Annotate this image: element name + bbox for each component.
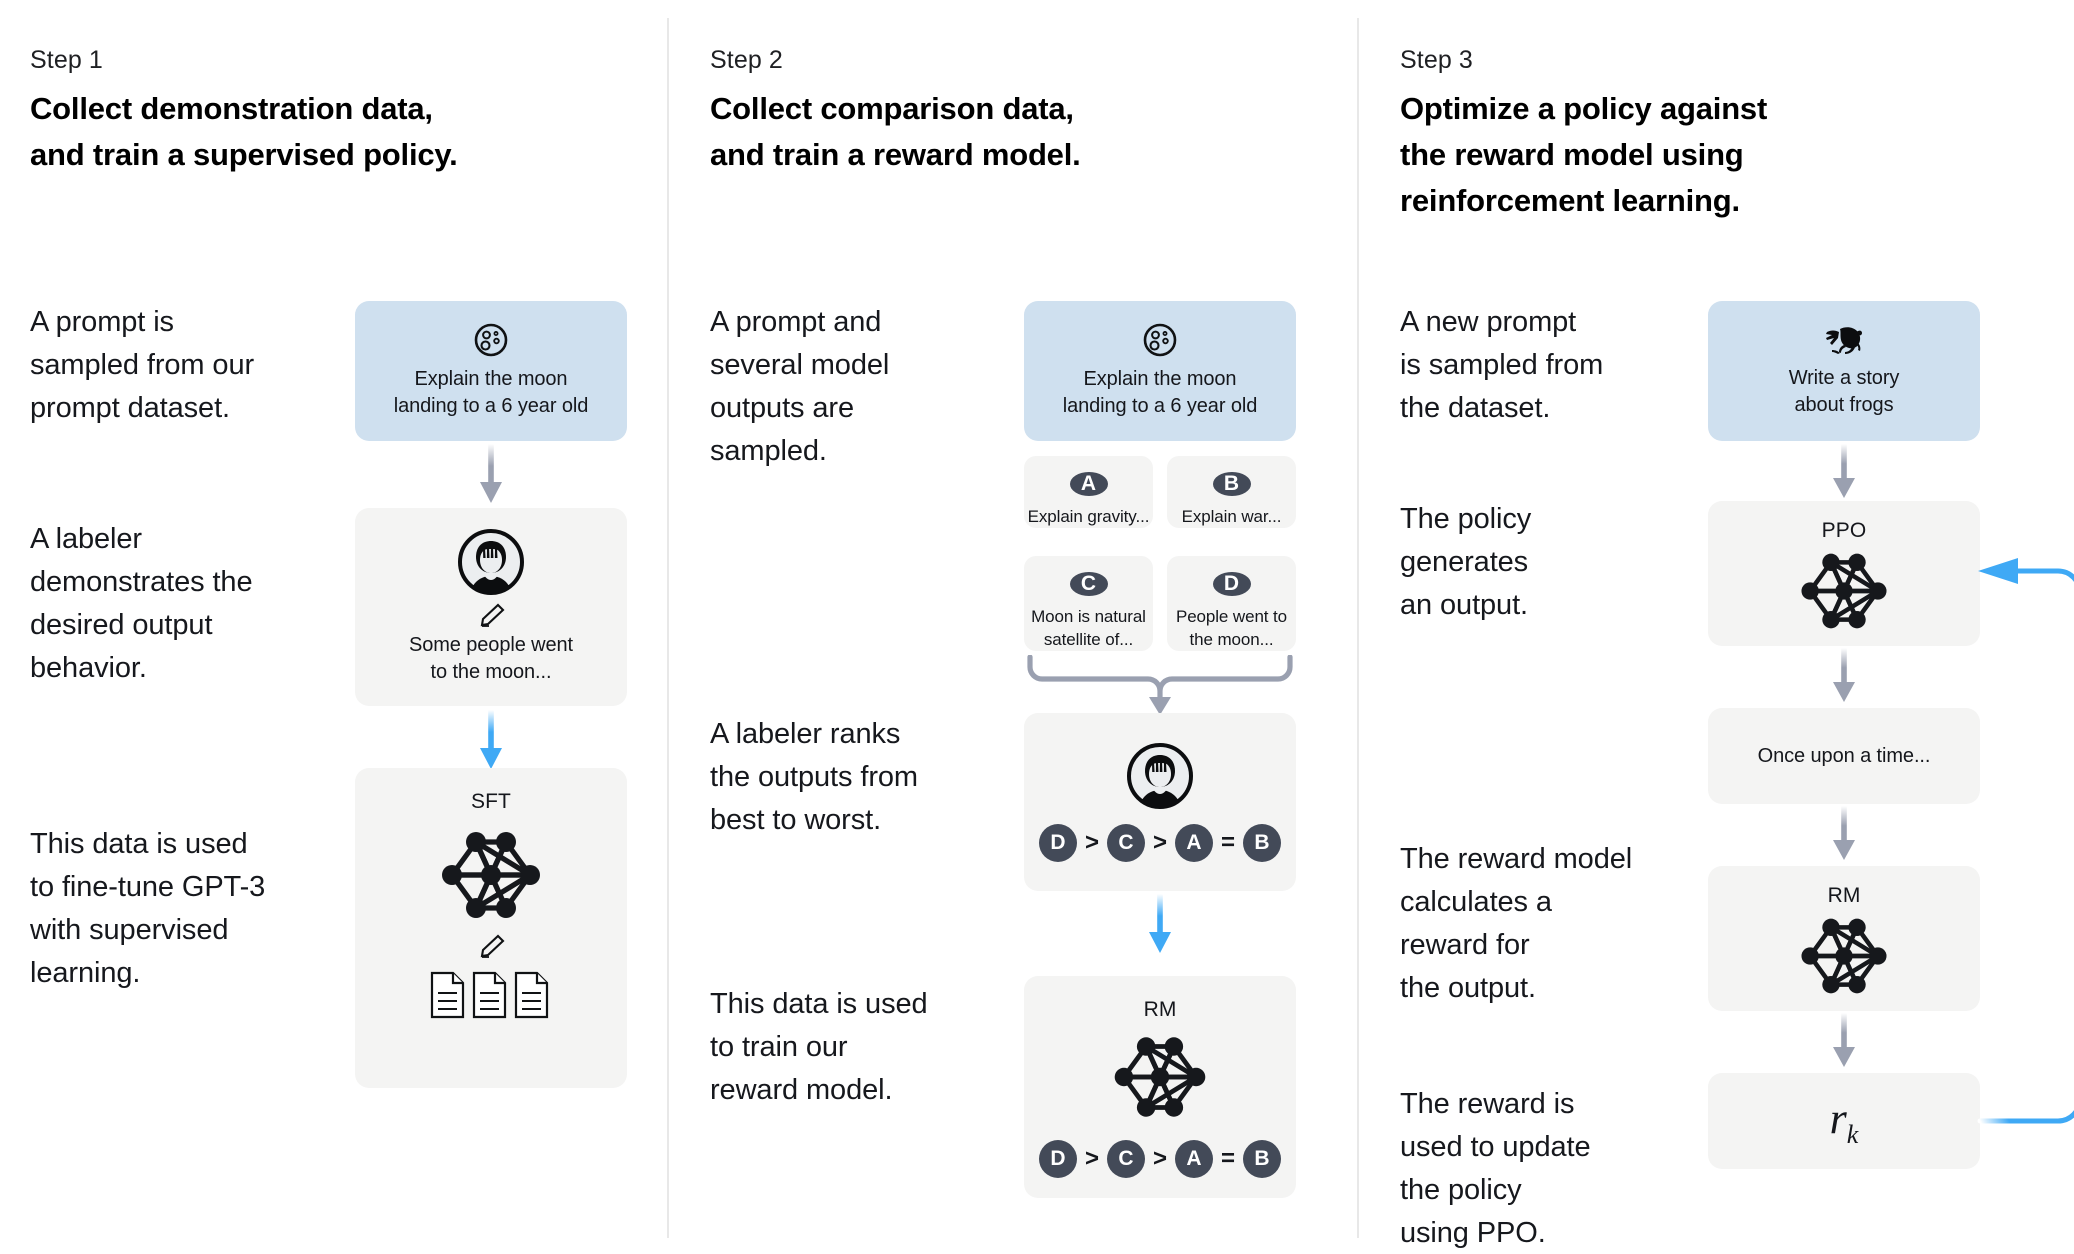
step-1-column: Step 1 Collect demonstration data, and t… [0, 0, 668, 1254]
step-3-label: Step 3 [1400, 46, 1473, 74]
step-2-rm-ranking-row: D > C > A = B [1038, 1140, 1282, 1178]
rank-op-2: > [1152, 829, 1167, 856]
step-3-paragraph-1: A new prompt is sampled from the dataset… [1400, 306, 1604, 424]
ppo-label: PPO [1821, 519, 1867, 542]
neural-network-icon [432, 822, 550, 928]
rank-item-3: A [1175, 824, 1213, 862]
rm-rank-op-1: > [1084, 1145, 1099, 1172]
reward-symbol-subscript: k [1846, 1119, 1859, 1149]
option-c-badge: C [1069, 572, 1108, 596]
option-b-badge: B [1212, 472, 1251, 496]
neural-network-icon [1104, 1028, 1216, 1126]
step-3-new-prompt-card[interactable]: Write a story about frogs [1708, 301, 1980, 441]
arrow-rm-to-reward [1828, 1013, 1860, 1069]
step-2-column: Step 2 Collect comparison data, and trai… [668, 0, 1358, 1254]
step-2-label: Step 2 [710, 46, 783, 74]
reward-symbol-base: r [1829, 1093, 1847, 1143]
rank-item-1: D [1038, 824, 1077, 862]
step-2-paragraph-3: This data is used to train our reward mo… [710, 988, 928, 1106]
output-option-b[interactable]: B Explain war... [1167, 456, 1296, 528]
option-d-badge: D [1212, 572, 1251, 596]
step-1-title: Collect demonstration data, and train a … [30, 91, 458, 172]
step-3-paragraph-4: The reward is used to update the policy … [1400, 1088, 1591, 1249]
labeler-avatar-icon [457, 528, 525, 596]
step-2-paragraph-2: A labeler ranks the outputs from best to… [710, 718, 918, 836]
rank-item-2: C [1106, 824, 1145, 862]
step-1-paragraph-3: This data is used to fine-tune GPT-3 wit… [30, 828, 266, 989]
step-1-paragraph-2: A labeler demonstrates the desired outpu… [30, 523, 253, 684]
step-2-prompt-card[interactable]: Explain the moon landing to a 6 year old [1024, 301, 1296, 441]
feedback-loop-arrow [1972, 548, 2074, 1128]
output-option-a[interactable]: A Explain gravity... [1024, 456, 1153, 528]
arrow-prompt-to-labeler [475, 444, 507, 506]
moon-icon [1142, 322, 1178, 358]
step-2-paragraph-1: A prompt and several model outputs are s… [710, 306, 890, 467]
rm-rank-item-2: C [1106, 1140, 1145, 1178]
arrow-ppo-to-output [1828, 648, 1860, 704]
arrow-prompt-to-ppo [1828, 444, 1860, 500]
rank-op-3: = [1221, 829, 1236, 856]
step-2-ranking-card[interactable]: D > C > A = B [1024, 713, 1296, 891]
step-1-sft-card[interactable]: SFT [355, 768, 627, 1088]
option-b-text: Explain war... [1181, 507, 1282, 526]
step-1-labeler-text: Some people went to the moon... [408, 634, 574, 683]
rm-rank-op-3: = [1221, 1145, 1236, 1172]
pencil-icon [476, 603, 506, 629]
step-3-ppo-card[interactable]: PPO [1708, 501, 1980, 646]
step-2-ranking-row: D > C > A = B [1038, 824, 1282, 862]
output-option-d[interactable]: D People went to the moon... [1167, 556, 1296, 651]
pencil-icon [476, 934, 506, 960]
reward-symbol: rk [1830, 1093, 1859, 1150]
option-a-badge: A [1069, 472, 1108, 496]
step-3-new-prompt-text: Write a story about frogs [1788, 367, 1900, 416]
step-2-prompt-text: Explain the moon landing to a 6 year old [1062, 368, 1258, 417]
labeler-avatar-icon [1126, 742, 1194, 810]
rlhf-diagram: Step 1 Collect demonstration data, and t… [0, 0, 2074, 1254]
neural-network-icon [1792, 545, 1896, 637]
option-c-text: Moon is natural satellite of... [1031, 607, 1146, 649]
output-option-c[interactable]: C Moon is natural satellite of... [1024, 556, 1153, 651]
step-3-generated-output-text: Once upon a time... [1757, 744, 1931, 767]
arrow-output-to-rm [1828, 806, 1860, 862]
rm-label: RM [1143, 998, 1177, 1021]
arrow-labeler-to-sft [475, 710, 507, 772]
rm-rank-op-2: > [1152, 1145, 1167, 1172]
arrow-outputs-to-ranking [1024, 655, 1296, 717]
moon-icon [473, 322, 509, 358]
step-1-label: Step 1 [30, 46, 103, 74]
step-1-paragraph-1: A prompt is sampled from our prompt data… [30, 306, 255, 424]
rank-item-4: B [1243, 824, 1282, 862]
step-3-reward-value-card[interactable]: rk [1708, 1073, 1980, 1169]
step-3-reward-model-card[interactable]: RM [1708, 866, 1980, 1011]
frog-icon [1820, 323, 1868, 357]
step-3-paragraph-2: The policy generates an output. [1400, 503, 1532, 621]
step-3-generated-output-card[interactable]: Once upon a time... [1708, 708, 1980, 804]
step-1-prompt-card[interactable]: Explain the moon landing to a 6 year old [355, 301, 627, 441]
rm-rank-item-1: D [1038, 1140, 1077, 1178]
rm-rank-item-3: A [1175, 1140, 1213, 1178]
step-1-labeler-card[interactable]: Some people went to the moon... [355, 508, 627, 706]
documents-icon [429, 970, 553, 1020]
neural-network-icon [1792, 910, 1896, 1002]
sft-label: SFT [471, 790, 511, 813]
option-d-text: People went to the moon... [1175, 607, 1288, 649]
step-3-paragraph-3: The reward model calculates a reward for… [1400, 843, 1633, 1004]
step-2-title: Collect comparison data, and train a rew… [710, 91, 1081, 172]
arrow-ranking-to-rm [1144, 894, 1176, 956]
step-3-column: Step 3 Optimize a policy against the rew… [1358, 0, 2074, 1254]
rm-label: RM [1827, 884, 1861, 907]
step-3-title: Optimize a policy against the reward mod… [1400, 91, 1768, 218]
rank-op-1: > [1084, 829, 1099, 856]
rm-rank-item-4: B [1243, 1140, 1282, 1178]
option-a-text: Explain gravity... [1027, 507, 1150, 526]
step-1-prompt-text: Explain the moon landing to a 6 year old [393, 368, 589, 417]
step-2-reward-model-card[interactable]: RM D > C > A = B [1024, 976, 1296, 1198]
